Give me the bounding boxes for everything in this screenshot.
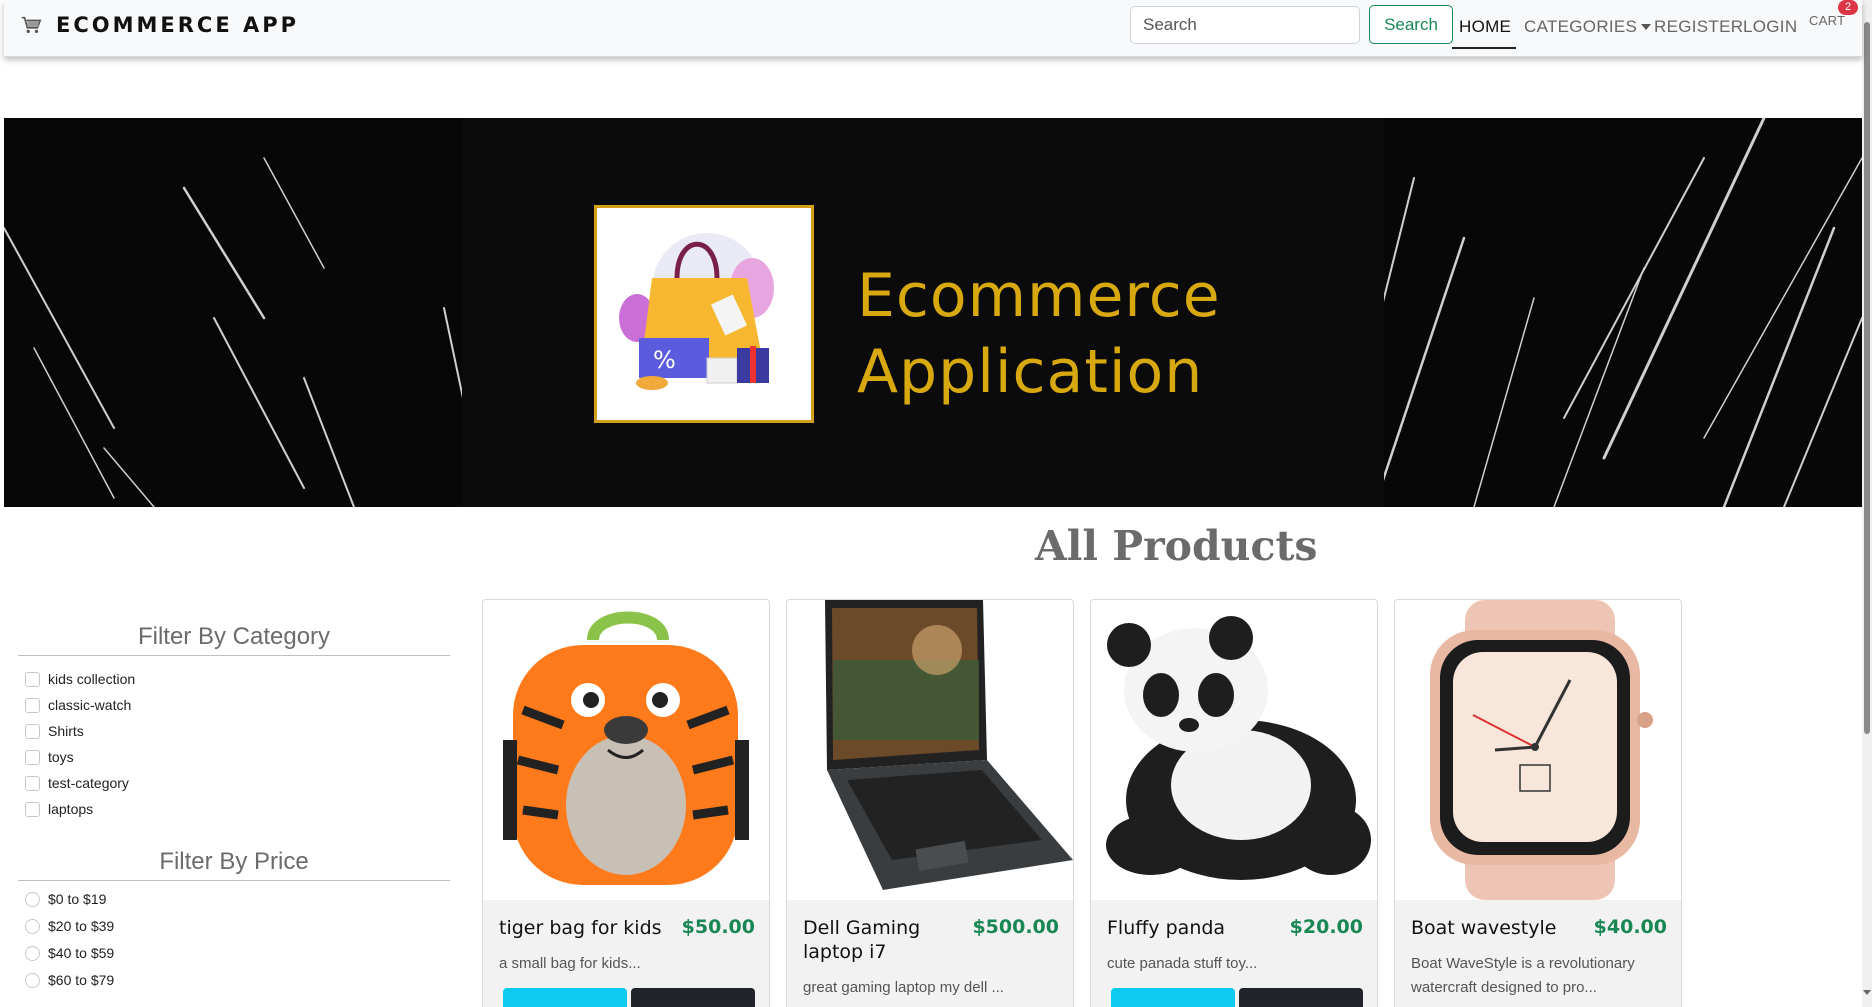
product-price: $40.00 xyxy=(1593,916,1667,938)
radio-button[interactable] xyxy=(25,945,40,961)
shopping-bag-logo: % xyxy=(594,205,814,423)
nav-register[interactable]: REGISTER xyxy=(1654,17,1743,37)
brand[interactable]: ECOMMERCE APP xyxy=(20,13,299,37)
product-name: Dell Gaming laptop i7 xyxy=(803,917,921,963)
nav-cart[interactable]: CART xyxy=(1809,13,1845,28)
price-radio-20-39[interactable]: $20 to $39 xyxy=(25,918,114,934)
product-card: Fluffy panda $20.00 cute panada stuff to… xyxy=(1090,599,1378,1007)
page-scrollbar[interactable] xyxy=(1862,0,1872,1007)
nav-categories-dropdown[interactable]: CATEGORIES xyxy=(1524,17,1652,37)
product-image xyxy=(1091,600,1377,900)
add-to-cart-button[interactable] xyxy=(1239,988,1363,1007)
product-description: a small bag for kids... xyxy=(499,955,641,972)
product-card-body: Dell Gaming laptop i7 $500.00 great gami… xyxy=(787,900,1073,1007)
nav-categories-label: CATEGORIES xyxy=(1524,17,1638,36)
price-radio-0-19[interactable]: $0 to $19 xyxy=(25,891,106,907)
category-checkbox-kids-collection[interactable]: kids collection xyxy=(25,671,135,687)
scroll-down-arrow-icon[interactable] xyxy=(1863,990,1871,995)
checkbox[interactable] xyxy=(25,671,40,687)
product-price: $20.00 xyxy=(1289,916,1363,938)
add-to-cart-button[interactable] xyxy=(631,988,755,1007)
banner-title-line1: Ecommerce xyxy=(857,261,1221,331)
product-description: cute panada stuff toy... xyxy=(1107,955,1258,972)
search-input[interactable] xyxy=(1130,6,1360,44)
scrollbar-thumb[interactable] xyxy=(1864,22,1870,734)
smartwatch-image xyxy=(1430,600,1653,900)
panda-toy-image xyxy=(1106,616,1371,880)
product-description: great gaming laptop my dell ... xyxy=(803,979,1004,996)
search-button[interactable]: Search xyxy=(1369,5,1453,44)
category-label: Shirts xyxy=(48,723,84,739)
checkbox[interactable] xyxy=(25,697,40,713)
price-radio-40-59[interactable]: $40 to $59 xyxy=(25,945,114,961)
price-label: $40 to $59 xyxy=(48,945,115,961)
category-label: kids collection xyxy=(48,671,136,687)
radio-button[interactable] xyxy=(25,972,40,988)
checkbox[interactable] xyxy=(25,749,40,765)
checkbox[interactable] xyxy=(25,723,40,739)
category-checkbox-laptops[interactable]: laptops xyxy=(25,801,93,817)
nav-login[interactable]: LOGIN xyxy=(1743,17,1797,37)
product-image xyxy=(1395,600,1681,900)
shopping-bag-icon: % xyxy=(619,233,774,390)
product-card: Dell Gaming laptop i7 $500.00 great gami… xyxy=(786,599,1074,1007)
product-description: Boat WaveStyle is a revolutionary waterc… xyxy=(1411,955,1635,996)
price-label: $20 to $39 xyxy=(48,918,115,934)
category-label: test-category xyxy=(48,775,129,791)
price-label: $60 to $79 xyxy=(48,972,115,988)
cart-count-badge: 2 xyxy=(1838,0,1858,15)
product-card: Boat wavestyle $40.00 Boat WaveStyle is … xyxy=(1394,599,1682,1007)
product-card: tiger bag for kids $50.00 a small bag fo… xyxy=(482,599,770,1007)
caret-down-icon xyxy=(1641,24,1652,30)
shopping-cart-icon xyxy=(21,16,42,34)
radio-button[interactable] xyxy=(25,891,40,907)
category-label: classic-watch xyxy=(48,697,132,713)
product-image xyxy=(483,600,769,900)
filter-category-heading: Filter By Category xyxy=(18,623,450,656)
category-label: laptops xyxy=(48,801,94,817)
product-price: $500.00 xyxy=(972,916,1059,938)
gaming-laptop-image xyxy=(825,600,1073,890)
svg-text:%: % xyxy=(653,346,676,374)
tiger-backpack-image xyxy=(503,611,749,885)
banner-title-line2: Application xyxy=(857,337,1204,407)
banner-title: Ecommerce Application xyxy=(857,258,1221,410)
hero-banner: % Ecommerce Application xyxy=(4,118,1862,507)
category-label: toys xyxy=(48,749,74,765)
more-details-button[interactable] xyxy=(1111,988,1235,1007)
product-name: Fluffy panda xyxy=(1107,917,1226,939)
checkbox[interactable] xyxy=(25,801,40,817)
product-name: Boat wavestyle xyxy=(1411,917,1557,939)
product-name: tiger bag for kids xyxy=(499,917,662,939)
product-card-body: Boat wavestyle $40.00 Boat WaveStyle is … xyxy=(1395,900,1681,1007)
brand-name: ECOMMERCE APP xyxy=(56,13,300,37)
radio-button[interactable] xyxy=(25,918,40,934)
category-checkbox-test-category[interactable]: test-category xyxy=(25,775,129,791)
more-details-button[interactable] xyxy=(503,988,627,1007)
filter-price-heading: Filter By Price xyxy=(18,848,450,881)
nav-home[interactable]: HOME xyxy=(1459,17,1511,37)
category-checkbox-shirts[interactable]: Shirts xyxy=(25,723,84,739)
product-image xyxy=(787,600,1073,900)
category-checkbox-toys[interactable]: toys xyxy=(25,749,74,765)
category-checkbox-classic-watch[interactable]: classic-watch xyxy=(25,697,131,713)
nav-home-active-indicator xyxy=(1452,47,1516,49)
checkbox[interactable] xyxy=(25,775,40,791)
product-price: $50.00 xyxy=(681,916,755,938)
price-radio-60-79[interactable]: $60 to $79 xyxy=(25,972,114,988)
price-label: $0 to $19 xyxy=(48,891,107,907)
all-products-heading: All Products xyxy=(1035,522,1318,570)
